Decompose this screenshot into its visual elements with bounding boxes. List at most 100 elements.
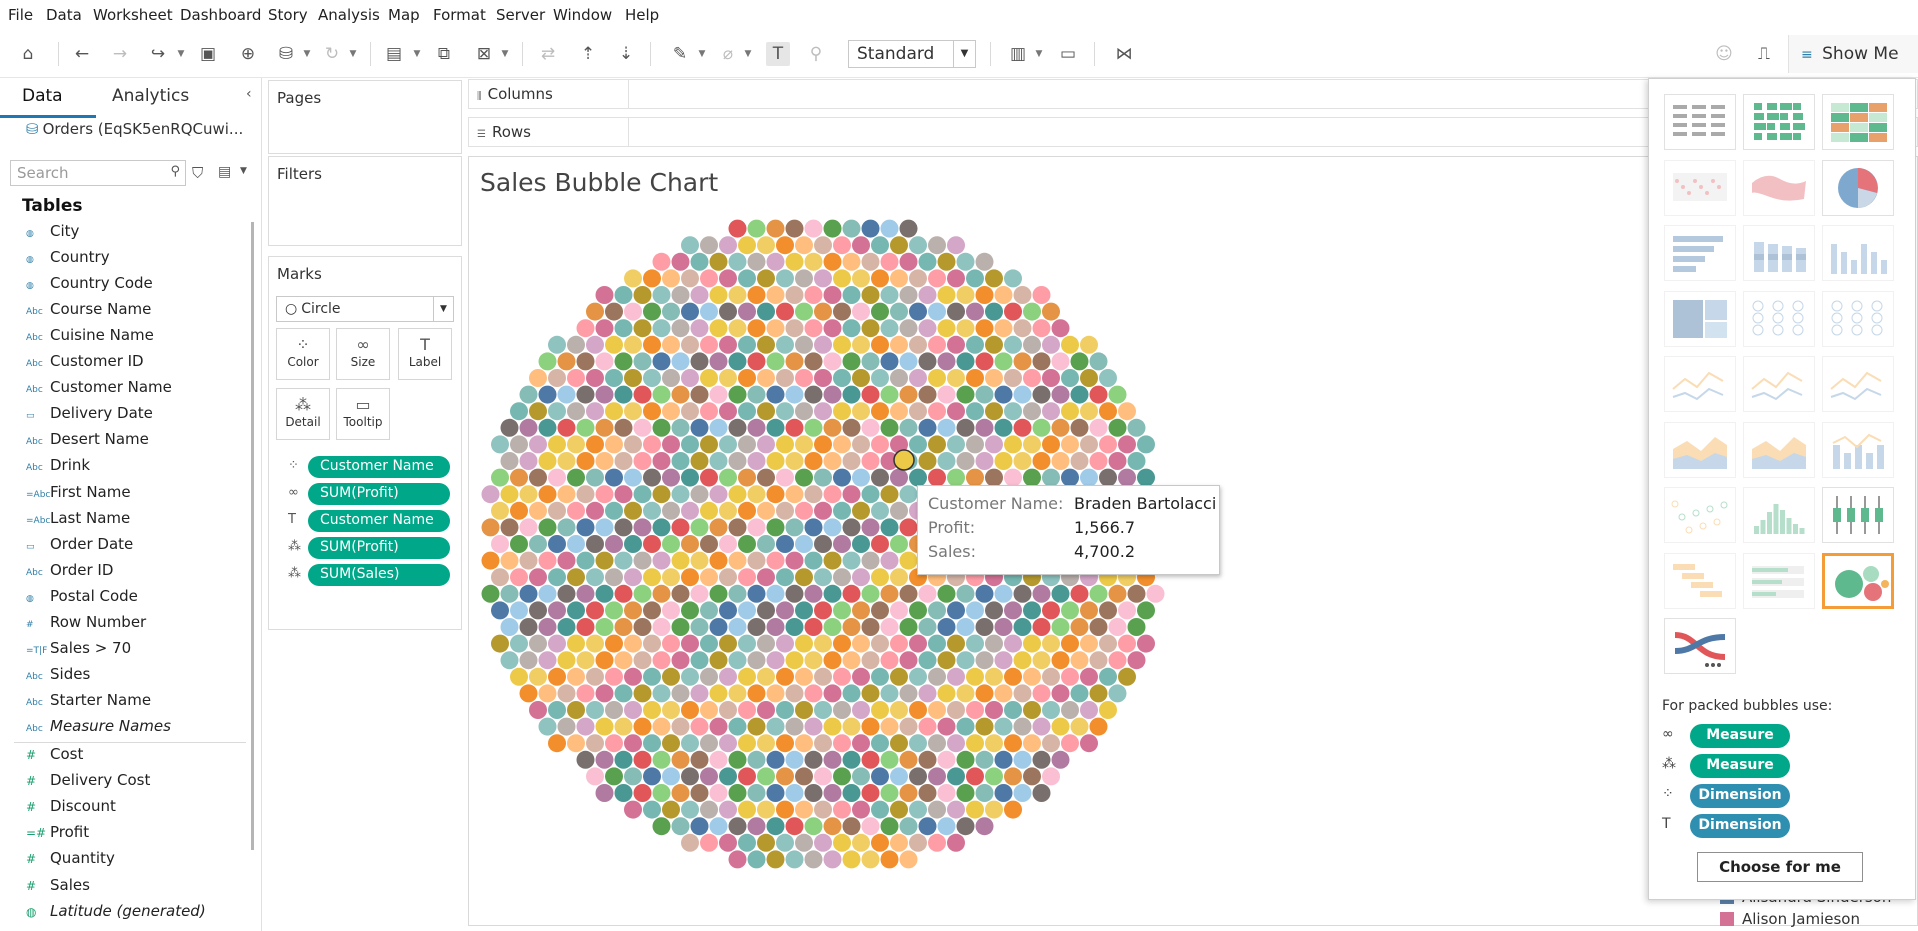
- bubble[interactable]: [662, 734, 680, 753]
- field-item[interactable]: =Abc First Name: [26, 483, 246, 507]
- bubble[interactable]: [1004, 369, 1022, 387]
- bubble[interactable]: [937, 651, 956, 670]
- bubble[interactable]: [719, 335, 737, 354]
- bubble[interactable]: [681, 302, 699, 321]
- bubble[interactable]: [709, 584, 728, 603]
- bubble[interactable]: [576, 717, 595, 736]
- bubble[interactable]: [823, 219, 842, 238]
- bubble[interactable]: [757, 302, 775, 321]
- bubble[interactable]: [975, 684, 994, 703]
- bubble[interactable]: [795, 535, 813, 553]
- bubble[interactable]: [918, 584, 937, 603]
- bubble[interactable]: [804, 784, 823, 802]
- bubble[interactable]: [785, 750, 804, 769]
- bubble[interactable]: [880, 219, 899, 238]
- bubble[interactable]: [909, 435, 927, 454]
- bubble[interactable]: [1080, 402, 1098, 421]
- bubble[interactable]: [757, 468, 775, 487]
- bubble[interactable]: [814, 601, 832, 620]
- bubble[interactable]: [576, 352, 595, 371]
- chevron-down-icon[interactable]: ▼: [697, 42, 707, 66]
- bubble[interactable]: [880, 352, 899, 371]
- bubble[interactable]: [833, 468, 851, 487]
- bubble[interactable]: [909, 601, 927, 620]
- bubble[interactable]: [937, 385, 956, 404]
- bubble[interactable]: [1099, 468, 1117, 487]
- bubble[interactable]: [975, 618, 994, 636]
- bubble[interactable]: [738, 435, 756, 454]
- menu-file[interactable]: File: [8, 6, 33, 24]
- bubble[interactable]: [994, 684, 1013, 703]
- bubble[interactable]: [814, 468, 832, 487]
- bubble[interactable]: [1032, 784, 1051, 802]
- bubble[interactable]: [690, 319, 709, 338]
- bubble[interactable]: [966, 767, 984, 786]
- bubble[interactable]: [624, 634, 642, 653]
- bubble[interactable]: [529, 402, 547, 421]
- field-item[interactable]: =T|F Sales > 70: [26, 639, 246, 663]
- bubble[interactable]: [766, 485, 785, 504]
- field-item[interactable]: Abc Customer ID: [26, 352, 246, 376]
- bubble[interactable]: [1023, 601, 1041, 620]
- bubble[interactable]: [899, 651, 918, 670]
- bubble[interactable]: [1061, 335, 1079, 354]
- bubble[interactable]: [890, 236, 908, 255]
- menu-worksheet[interactable]: Worksheet: [93, 6, 173, 24]
- bubble[interactable]: [500, 485, 519, 504]
- field-item[interactable]: # Cost: [26, 745, 246, 769]
- bubble[interactable]: [899, 352, 918, 371]
- bubble[interactable]: [662, 667, 680, 686]
- field-item[interactable]: ▭ Delivery Date: [26, 404, 246, 428]
- bubble[interactable]: [833, 634, 851, 653]
- bubble[interactable]: [1032, 385, 1051, 404]
- bubble[interactable]: [880, 485, 899, 504]
- bubble[interactable]: [690, 418, 709, 437]
- bubble[interactable]: [1061, 468, 1079, 487]
- bubble[interactable]: [852, 667, 870, 686]
- bubble[interactable]: [814, 568, 832, 587]
- bubble[interactable]: [1070, 452, 1089, 470]
- bubble[interactable]: [1061, 634, 1079, 653]
- bubble[interactable]: [548, 734, 566, 753]
- bubble[interactable]: [1023, 302, 1041, 321]
- mark-pill-row[interactable]: ⁂ SUM(Sales): [284, 564, 454, 586]
- mark-size-button[interactable]: ∞ Size: [336, 328, 390, 380]
- bubble[interactable]: [842, 385, 861, 404]
- bubble[interactable]: [757, 369, 775, 387]
- bubble[interactable]: [1089, 618, 1108, 636]
- bubble[interactable]: [586, 468, 604, 487]
- bubble[interactable]: [567, 468, 585, 487]
- bubble[interactable]: [785, 717, 804, 736]
- bubble[interactable]: [899, 319, 918, 338]
- bubble[interactable]: [681, 535, 699, 553]
- bubble[interactable]: [814, 402, 832, 421]
- bubble[interactable]: [557, 651, 576, 670]
- bubble[interactable]: [1127, 452, 1146, 470]
- bubble[interactable]: [842, 219, 861, 238]
- bubble[interactable]: [1108, 684, 1127, 703]
- new-datasource-icon[interactable]: ⊕: [236, 42, 260, 66]
- bubble[interactable]: [1108, 418, 1127, 437]
- bubble[interactable]: [671, 551, 690, 570]
- bubble[interactable]: [728, 385, 747, 404]
- bubble[interactable]: [1042, 767, 1060, 786]
- field-item[interactable]: Abc Order ID: [26, 561, 246, 585]
- bubble[interactable]: [624, 402, 642, 421]
- bubble[interactable]: [548, 667, 566, 686]
- bubble[interactable]: [719, 667, 737, 686]
- bubble[interactable]: [890, 568, 908, 587]
- bubble[interactable]: [994, 452, 1013, 470]
- bubble[interactable]: [728, 651, 747, 670]
- bubble[interactable]: [1108, 618, 1127, 636]
- bubble[interactable]: [766, 850, 785, 869]
- mark-type-select[interactable]: ○ Circle ▼: [276, 296, 454, 322]
- bubble[interactable]: [1032, 319, 1051, 338]
- bubble[interactable]: [814, 302, 832, 321]
- bubble[interactable]: [966, 601, 984, 620]
- bubble[interactable]: [804, 385, 823, 404]
- bubble[interactable]: [871, 269, 889, 288]
- bubble[interactable]: [966, 335, 984, 354]
- bubble[interactable]: [776, 667, 794, 686]
- bubble[interactable]: [1089, 651, 1108, 670]
- bubble[interactable]: [605, 568, 623, 587]
